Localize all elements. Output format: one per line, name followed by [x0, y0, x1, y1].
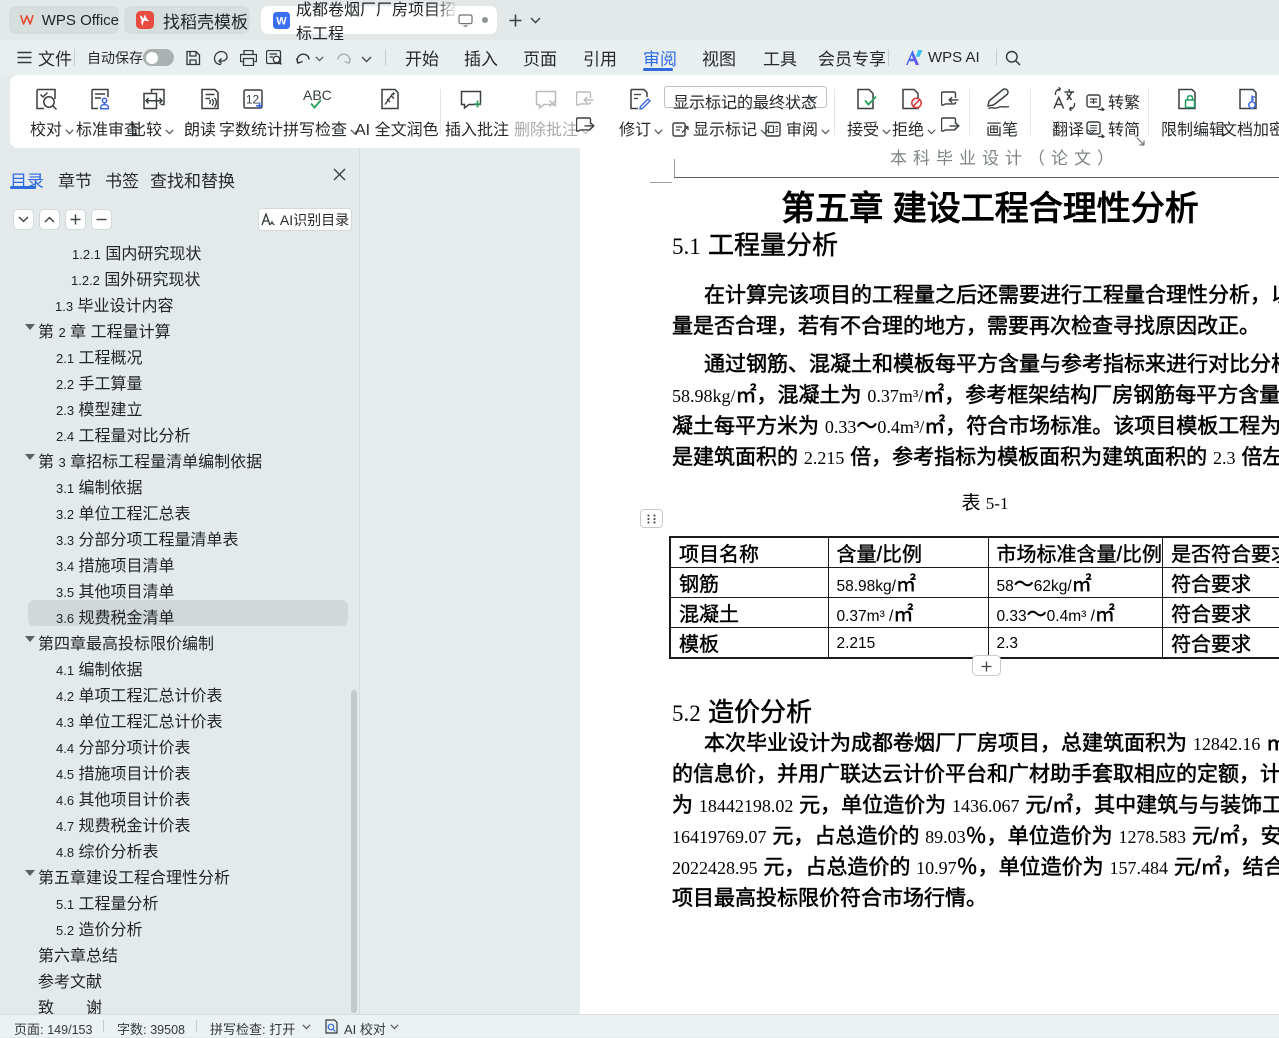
svg-text:W: W: [276, 15, 287, 27]
svg-text:ABC: ABC: [303, 87, 332, 103]
svg-text:12: 12: [246, 93, 260, 107]
